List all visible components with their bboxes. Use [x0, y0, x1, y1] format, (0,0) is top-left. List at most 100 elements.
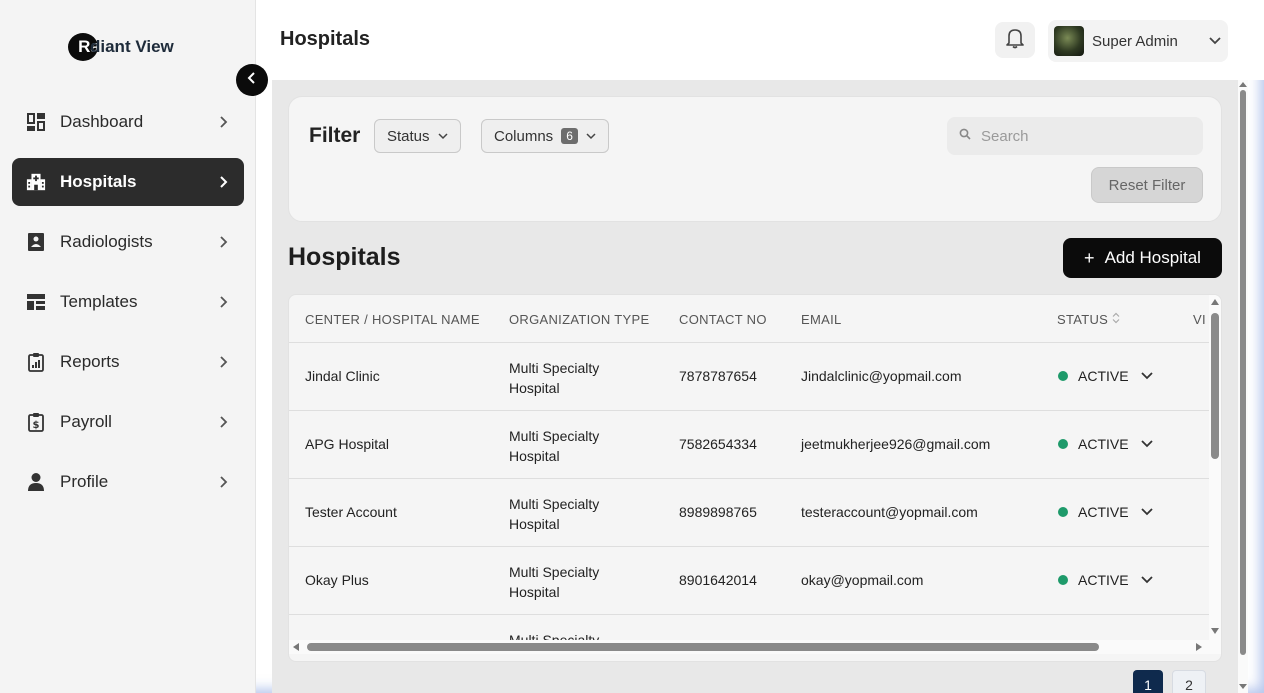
status-label: ACTIVE [1078, 504, 1129, 520]
organization-type: Multi Specialty Hospital [509, 428, 600, 464]
sidebar-item-label: Radiologists [60, 232, 153, 251]
status-label: ACTIVE [1078, 368, 1129, 384]
hospitals-table: CENTER / HOSPITAL NAME ORGANIZATION TYPE… [288, 294, 1222, 662]
sidebar-item-payroll[interactable]: $ Payroll [12, 398, 244, 446]
chevron-right-icon [216, 475, 230, 489]
organization-type: Multi Specialty Hospital [509, 564, 600, 600]
scroll-left-arrow-icon[interactable] [293, 643, 299, 651]
status-dot-icon [1058, 507, 1068, 517]
profile-icon [26, 472, 46, 492]
table-row[interactable]: APG Hospital Multi Specialty Hospital 75… [289, 411, 1209, 479]
column-header-name: CENTER / HOSPITAL NAME [305, 312, 480, 327]
status-label: ACTIVE [1078, 572, 1129, 588]
status-dropdown[interactable]: ACTIVE [1058, 504, 1153, 520]
hospital-name: Tester Account [305, 504, 397, 520]
contact-number: 8901642014 [679, 572, 757, 588]
column-header-organization-type: ORGANIZATION TYPE [509, 312, 650, 327]
status-dropdown[interactable]: Status [374, 119, 461, 153]
organization-type: Multi Specialty Hospital [509, 360, 600, 396]
hospital-icon [26, 172, 46, 192]
page-button-1[interactable]: 1 [1133, 670, 1163, 693]
sidebar: Ra diant View Dashboard Hospitals Radiol… [0, 0, 256, 693]
scroll-down-arrow-icon[interactable] [1239, 684, 1247, 689]
table-vertical-scrollbar[interactable] [1209, 295, 1221, 640]
page-button-2[interactable]: 2 [1172, 670, 1206, 693]
hospital-name: Jindal Clinic [305, 368, 380, 384]
sidebar-item-label: Dashboard [60, 112, 144, 131]
column-header-email: EMAIL [801, 312, 842, 327]
chevron-down-icon [586, 132, 596, 140]
sidebar-item-templates[interactable]: Templates [12, 278, 244, 326]
sidebar-item-label: Templates [60, 292, 138, 311]
dashboard-icon [26, 112, 46, 132]
page-scrollbar[interactable] [1238, 80, 1248, 693]
column-header-view: VI [1193, 312, 1206, 327]
scroll-right-arrow-icon[interactable] [1196, 643, 1202, 651]
add-hospital-button[interactable]: + Add Hospital [1063, 238, 1222, 278]
sort-icon[interactable] [1112, 312, 1120, 327]
table-horizontal-scrollbar[interactable] [289, 640, 1221, 654]
table-header: CENTER / HOSPITAL NAME ORGANIZATION TYPE… [289, 295, 1209, 343]
notifications-button[interactable] [995, 22, 1035, 58]
chevron-right-icon [216, 415, 230, 429]
reports-icon [26, 352, 46, 372]
scrollbar-thumb[interactable] [307, 643, 1099, 651]
column-header-status[interactable]: STATUS [1057, 312, 1120, 327]
sidebar-item-hospitals[interactable]: Hospitals [12, 158, 244, 206]
status-label: ACTIVE [1078, 436, 1129, 452]
contact-number: 8989898765 [679, 504, 757, 520]
scrollbar-thumb[interactable] [1211, 313, 1219, 459]
search-input[interactable] [981, 127, 1181, 145]
status-dropdown[interactable]: ACTIVE [1058, 368, 1153, 384]
table-row[interactable]: Tester Account Multi Specialty Hospital … [289, 479, 1209, 547]
table-row[interactable]: Okay Plus Multi Specialty Hospital 89016… [289, 547, 1209, 615]
hospital-name: APG Hospital [305, 436, 390, 452]
search-box [947, 117, 1203, 155]
chevron-down-icon [1140, 576, 1153, 584]
payroll-icon: $ [26, 412, 46, 432]
sidebar-item-dashboard[interactable]: Dashboard [12, 98, 244, 146]
svg-text:$: $ [33, 420, 40, 431]
chevron-right-icon [216, 115, 230, 129]
sidebar-item-label: Profile [60, 472, 109, 491]
section-title: Hospitals [288, 243, 401, 271]
scrollbar-thumb[interactable] [1240, 90, 1246, 655]
columns-dropdown-label: Columns [494, 127, 554, 145]
user-menu[interactable]: Super Admin [1048, 20, 1228, 62]
search-icon [959, 127, 971, 145]
chevron-right-icon [216, 175, 230, 189]
sidebar-item-label: Reports [60, 352, 120, 371]
sidebar-nav: Dashboard Hospitals Radiologists Templat… [12, 98, 244, 518]
scroll-down-arrow-icon[interactable] [1211, 628, 1219, 634]
table-viewport: CENTER / HOSPITAL NAME ORGANIZATION TYPE… [289, 295, 1209, 640]
chevron-down-icon [1140, 508, 1153, 516]
scroll-up-arrow-icon[interactable] [1211, 299, 1219, 305]
sidebar-item-reports[interactable]: Reports [12, 338, 244, 386]
chevron-right-icon [216, 235, 230, 249]
filter-panel: Filter Status Columns 6 Reset Filter [288, 96, 1222, 222]
status-dropdown-label: Status [387, 127, 430, 145]
radiologist-icon [26, 232, 46, 252]
app-logo[interactable]: Ra diant View [68, 33, 174, 61]
filter-title: Filter [309, 124, 361, 147]
table-row[interactable]: Jindal Clinic Multi Specialty Hospital 7… [289, 343, 1209, 411]
table-row[interactable]: Multi Specialty [289, 615, 1209, 640]
reset-filter-button[interactable]: Reset Filter [1091, 167, 1203, 203]
email: testeraccount@yopmail.com [801, 504, 978, 520]
status-dropdown[interactable]: ACTIVE [1058, 436, 1153, 452]
templates-icon [26, 292, 46, 312]
scroll-up-arrow-icon[interactable] [1239, 82, 1247, 87]
column-header-contact: CONTACT NO [679, 312, 767, 327]
status-dot-icon [1058, 575, 1068, 585]
column-header-status-label: STATUS [1057, 312, 1109, 327]
chevron-down-icon [1140, 372, 1153, 380]
columns-count-badge: 6 [561, 128, 578, 144]
sidebar-item-profile[interactable]: Profile [12, 458, 244, 506]
sidebar-item-label: Payroll [60, 412, 112, 431]
status-dropdown[interactable]: ACTIVE [1058, 572, 1153, 588]
sidebar-item-radiologists[interactable]: Radiologists [12, 218, 244, 266]
columns-dropdown[interactable]: Columns 6 [481, 119, 609, 153]
collapse-sidebar-button[interactable] [236, 64, 268, 96]
bell-icon [1005, 27, 1025, 54]
chevron-right-icon [216, 355, 230, 369]
